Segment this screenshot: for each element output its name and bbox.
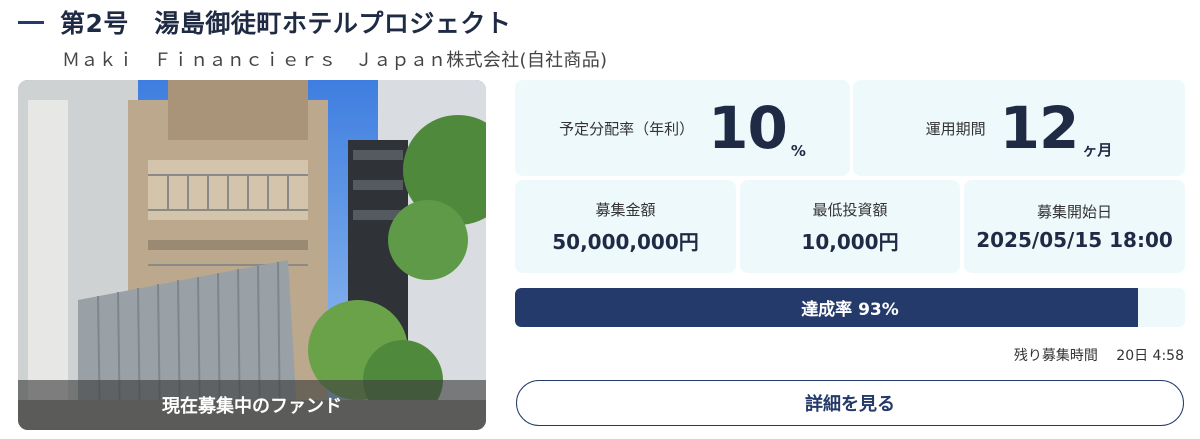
distribution-rate-value: 10: [708, 94, 788, 162]
title-dash-icon: [18, 20, 44, 24]
recruit-start-value: 2025/05/15 18:00: [976, 228, 1173, 252]
property-photo[interactable]: 現在募集中のファンド: [18, 80, 486, 430]
fund-title: 第2号 湯島御徒町ホテルプロジェクト: [60, 9, 512, 38]
recruiting-caption: 現在募集中のファンド: [18, 380, 486, 430]
operation-period-value: 12: [999, 94, 1080, 162]
view-details-button[interactable]: 詳細を見る: [516, 380, 1184, 426]
operation-period-label: 運用期間: [925, 119, 986, 138]
company-name: Ｍａｋｉ Ｆｉｎａｎｃｉｅｒｓ Ｊａｐａｎ株式会社(自社商品): [62, 50, 608, 71]
distribution-rate-card: 予定分配率（年利） 10 %: [515, 80, 850, 176]
building-image: [18, 80, 486, 430]
remaining-time-value: 20日 4:58: [1116, 348, 1184, 364]
min-invest-card: 最低投資額 10,000円: [740, 180, 960, 273]
recruit-amount-card: 募集金額 50,000,000円: [515, 180, 736, 273]
recruit-start-label: 募集開始日: [1036, 203, 1112, 221]
distribution-rate-label: 予定分配率（年利）: [559, 119, 695, 138]
recruit-amount-label: 募集金額: [595, 200, 656, 219]
remaining-time: 残り募集時間 20日 4:58: [1014, 345, 1184, 365]
title-row: 第2号 湯島御徒町ホテルプロジェクト: [18, 4, 511, 40]
distribution-rate-unit: %: [790, 142, 806, 160]
min-invest-label: 最低投資額: [812, 200, 888, 219]
operation-period-card: 運用期間 12 ヶ月: [853, 80, 1185, 176]
min-invest-value: 10,000円: [801, 229, 899, 254]
recruit-amount-value: 50,000,000円: [552, 229, 699, 254]
achievement-rate-label: 達成率 93%: [801, 300, 899, 320]
operation-period-unit: ヶ月: [1082, 141, 1113, 159]
remaining-time-label: 残り募集時間: [1013, 348, 1098, 364]
achievement-progress-bar: 達成率 93%: [515, 288, 1185, 327]
recruit-start-card: 募集開始日 2025/05/15 18:00: [964, 180, 1185, 273]
